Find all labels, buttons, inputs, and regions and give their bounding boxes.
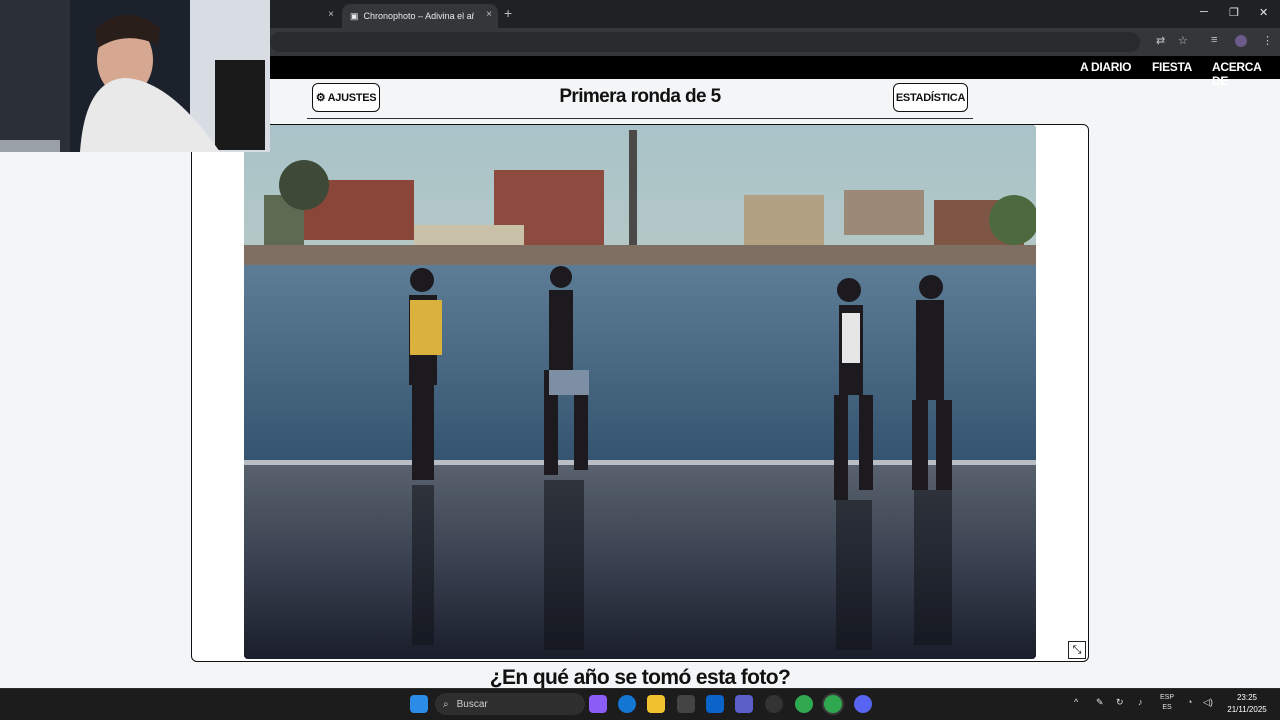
restore-icon[interactable]: ❐ xyxy=(1229,6,1239,19)
mic-icon[interactable]: ♪ xyxy=(1138,697,1143,707)
chrome-icon[interactable] xyxy=(795,695,813,713)
edge-icon[interactable] xyxy=(618,695,636,713)
nav-daily[interactable]: A DIARIO xyxy=(1080,60,1131,74)
webcam-feed-image xyxy=(0,0,270,152)
language-code: ESP xyxy=(1160,694,1175,701)
camera-icon: ▣ xyxy=(350,10,359,21)
system-clock[interactable]: 23:25 21/11/2025 xyxy=(1222,692,1272,716)
teams-icon[interactable] xyxy=(735,695,753,713)
chrome-active-icon[interactable] xyxy=(824,695,842,713)
keyboard-layout: ES xyxy=(1162,704,1172,711)
translate-icon[interactable]: ⇄ xyxy=(1156,34,1165,47)
windows-taskbar xyxy=(0,688,1280,720)
copilot-icon[interactable] xyxy=(589,695,607,713)
collapse-icon[interactable]: ⤡ xyxy=(1068,641,1086,659)
app-icon[interactable] xyxy=(765,695,783,713)
media-icon[interactable]: ≡ xyxy=(1211,34,1217,46)
historical-photo xyxy=(244,125,1036,659)
close-window-icon[interactable]: ✕ xyxy=(1259,6,1268,19)
pen-icon[interactable]: ✎ xyxy=(1096,697,1104,708)
new-tab-button[interactable]: + xyxy=(504,5,512,21)
kebab-icon[interactable]: ⋮ xyxy=(1262,34,1273,47)
store-icon[interactable] xyxy=(677,695,695,713)
taskbar-search-placeholder: Buscar xyxy=(456,698,488,710)
star-icon[interactable]: ☆ xyxy=(1178,34,1188,47)
webcam-overlay xyxy=(0,0,270,152)
address-bar[interactable] xyxy=(270,32,1140,52)
round-title: Primera ronda de 5 xyxy=(559,86,721,107)
stats-button[interactable]: ESTADÍSTICA xyxy=(893,83,968,112)
nav-party[interactable]: FIESTA xyxy=(1152,60,1192,74)
file-explorer-icon[interactable] xyxy=(647,695,665,713)
profile-icon[interactable] xyxy=(1235,35,1247,47)
outlook-icon[interactable] xyxy=(706,695,724,713)
search-icon: ⌕ xyxy=(443,698,449,710)
close-tab-icon[interactable]: × xyxy=(486,9,492,20)
windows-icon[interactable] xyxy=(410,695,428,713)
sync-icon[interactable]: ↻ xyxy=(1116,697,1124,708)
nav-about[interactable]: ACERCA DE xyxy=(1212,60,1280,88)
taskbar-search[interactable]: ⌕ Buscar xyxy=(435,693,585,715)
wifi-icon[interactable]: ◔ xyxy=(1187,697,1192,707)
close-tab-icon[interactable]: × xyxy=(328,9,334,20)
browser-tab-inactive[interactable]: × xyxy=(270,4,340,28)
settings-button[interactable]: ⚙ AJUSTES xyxy=(312,83,380,112)
clock-date: 21/11/2025 xyxy=(1227,705,1267,714)
volume-icon[interactable]: ◁) xyxy=(1203,697,1213,708)
clock-time: 23:25 xyxy=(1236,693,1258,702)
minimize-icon[interactable]: ─ xyxy=(1200,6,1208,18)
tab-title: Chronophoto – Adivina el año xyxy=(363,11,474,21)
chevron-up-icon[interactable]: ^ xyxy=(1074,697,1078,707)
browser-tab-active[interactable]: ▣ Chronophoto – Adivina el año × xyxy=(342,4,498,28)
question-heading: ¿En qué año se tomó esta foto? xyxy=(489,666,791,689)
language-indicator[interactable]: ESP ES xyxy=(1160,693,1174,713)
discord-icon[interactable] xyxy=(854,695,872,713)
header-divider xyxy=(307,118,973,119)
pool-scene-image xyxy=(244,125,1036,659)
